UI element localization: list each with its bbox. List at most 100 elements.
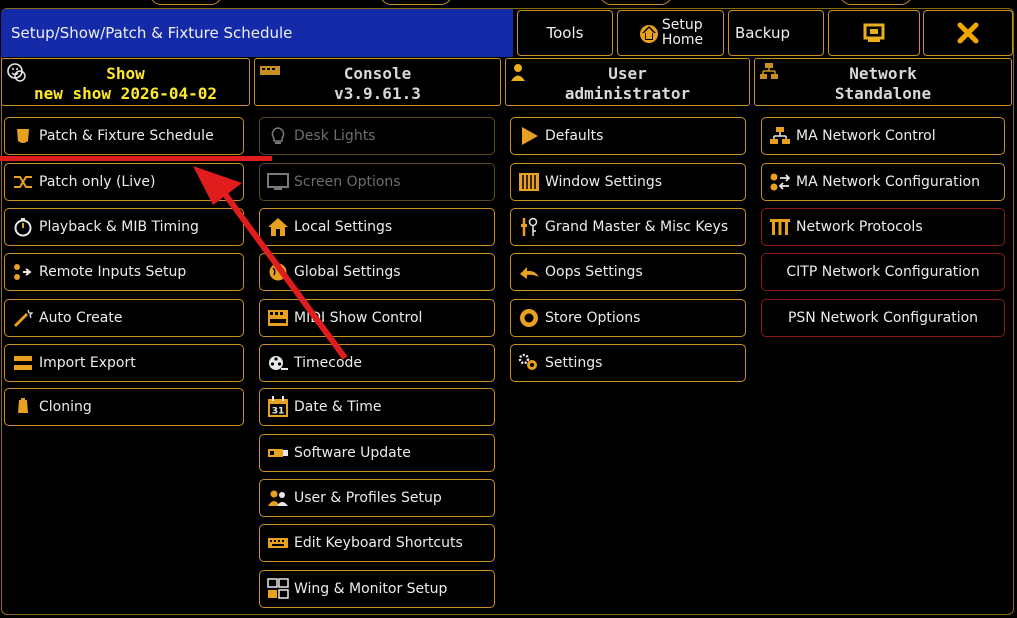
film-reel-icon <box>269 356 288 370</box>
global-settings-label: Global Settings <box>294 264 401 280</box>
ma-network-configuration-button[interactable]: MA Network Configuration <box>761 163 1005 201</box>
tools-button[interactable]: Tools <box>517 10 613 56</box>
cloning-icon <box>18 398 28 413</box>
monitor-icon <box>863 23 885 42</box>
date-time-label: Date & Time <box>294 399 382 415</box>
psn-network-configuration-button[interactable]: PSN Network Configuration <box>761 299 1005 337</box>
setup-home-line1: Setup <box>661 17 703 33</box>
import-export-button[interactable]: Import Export <box>4 344 244 382</box>
psn-network-configuration-label: PSN Network Configuration <box>787 310 979 326</box>
remote-inputs-setup-button[interactable]: Remote Inputs Setup <box>4 253 244 291</box>
record-circle-icon <box>520 309 538 327</box>
user-profiles-setup-label: User & Profiles Setup <box>294 490 442 506</box>
midi-show-control-button[interactable]: MIDI Show Control <box>259 299 495 337</box>
network-header: Network Standalone <box>754 58 1012 106</box>
title-bar: Setup/Show/Patch & Fixture Schedule <box>1 9 513 57</box>
show-header: Show new show 2026-04-02 <box>1 58 250 106</box>
patch-only-live-button[interactable]: Patch only (Live) <box>4 163 244 201</box>
setup-home-line2: Home <box>661 32 704 48</box>
grand-master-icon <box>521 217 538 236</box>
close-icon <box>957 22 979 44</box>
desk-lights-label: Desk Lights <box>294 128 376 144</box>
citp-network-configuration-label: CITP Network Configuration <box>786 264 980 280</box>
date-time-button[interactable]: 31 Date & Time <box>259 388 495 426</box>
wing-monitor-setup-label: Wing & Monitor Setup <box>294 581 448 597</box>
window-settings-button[interactable]: Window Settings <box>510 163 746 201</box>
backup-button[interactable]: Backup <box>728 10 824 56</box>
console-header-label: Console <box>343 64 412 83</box>
backup-label: Backup <box>735 24 790 42</box>
oops-settings-button[interactable]: Oops Settings <box>510 253 746 291</box>
fixture-icon <box>17 129 29 143</box>
timecode-button[interactable]: Timecode <box>259 344 495 382</box>
globe-icon <box>269 263 287 281</box>
cloning-label: Cloning <box>39 399 92 415</box>
auto-create-label: Auto Create <box>39 310 123 326</box>
gears-icon <box>518 353 537 370</box>
store-options-button[interactable]: Store Options <box>510 299 746 337</box>
timecode-label: Timecode <box>294 355 363 371</box>
import-export-label: Import Export <box>39 355 136 371</box>
screen-lock-button[interactable] <box>828 10 920 56</box>
ma-network-control-button[interactable]: MA Network Control <box>761 117 1005 155</box>
import-export-icon <box>14 356 32 370</box>
patch-only-live-label: Patch only (Live) <box>39 174 156 190</box>
console-header: Console v3.9.61.3 <box>254 58 501 106</box>
monitors-icon <box>267 578 289 599</box>
title-path: Setup/Show/Patch & Fixture Schedule <box>11 24 293 42</box>
setup-home-button[interactable]: Setup Home <box>617 10 724 56</box>
network-header-label: Network <box>849 64 917 83</box>
citp-network-configuration-button[interactable]: CITP Network Configuration <box>761 253 1005 291</box>
playback-mib-timing-label: Playback & MIB Timing <box>39 219 199 235</box>
lightbulb-icon <box>271 127 285 144</box>
software-update-button[interactable]: Software Update <box>259 434 495 472</box>
undo-arrow-icon <box>520 267 539 279</box>
cloning-button[interactable]: Cloning <box>4 388 244 426</box>
network-protocols-label: Network Protocols <box>796 219 923 235</box>
screen-options-label: Screen Options <box>294 174 401 190</box>
house-icon <box>268 218 288 236</box>
ma-network-configuration-label: MA Network Configuration <box>796 174 980 190</box>
midi-icon <box>268 310 288 326</box>
network-protocols-icon <box>770 219 790 235</box>
store-options-label: Store Options <box>545 310 641 326</box>
screen-icon <box>267 173 289 190</box>
stopwatch-icon <box>14 218 32 237</box>
network-tree-icon <box>770 127 790 144</box>
close-button[interactable] <box>923 10 1013 56</box>
wing-monitor-setup-button[interactable]: Wing & Monitor Setup <box>259 570 495 608</box>
window-settings-label: Window Settings <box>545 174 663 190</box>
patch-fixture-schedule-button[interactable]: Patch & Fixture Schedule <box>4 117 244 155</box>
magic-wand-icon <box>13 309 33 328</box>
settings-button[interactable]: Settings <box>510 344 746 382</box>
user-profiles-setup-button[interactable]: User & Profiles Setup <box>259 479 495 517</box>
defaults-label: Defaults <box>545 128 604 144</box>
defaults-button[interactable]: Defaults <box>510 117 746 155</box>
ma-network-control-label: MA Network Control <box>796 128 936 144</box>
auto-create-button[interactable]: Auto Create <box>4 299 244 337</box>
patch-fixture-schedule-label: Patch & Fixture Schedule <box>39 128 214 144</box>
grand-master-misc-keys-button[interactable]: Grand Master & Misc Keys <box>510 208 746 246</box>
network-protocols-button[interactable]: Network Protocols <box>761 208 1005 246</box>
users-icon <box>268 490 288 506</box>
calendar-icon: 31 <box>268 396 288 417</box>
midi-show-control-label: MIDI Show Control <box>294 310 423 326</box>
remote-inputs-setup-label: Remote Inputs Setup <box>39 264 187 280</box>
playback-mib-timing-button[interactable]: Playback & MIB Timing <box>4 208 244 246</box>
local-settings-button[interactable]: Local Settings <box>259 208 495 246</box>
screen-options-button[interactable]: Screen Options <box>259 163 495 201</box>
desk-lights-button[interactable]: Desk Lights <box>259 117 495 155</box>
window-columns-icon <box>519 173 539 191</box>
keyboard-icon <box>268 538 288 548</box>
patch-cables-icon <box>14 176 32 188</box>
calendar-icon-text: 31 <box>272 407 285 417</box>
software-update-label: Software Update <box>294 445 411 461</box>
usb-stick-icon <box>268 449 288 457</box>
edit-keyboard-shortcuts-button[interactable]: Edit Keyboard Shortcuts <box>259 524 495 562</box>
local-settings-label: Local Settings <box>294 219 393 235</box>
show-header-value: new show 2026-04-02 <box>33 84 218 103</box>
edit-keyboard-shortcuts-label: Edit Keyboard Shortcuts <box>294 535 463 551</box>
show-header-label: Show <box>106 64 145 83</box>
console-header-value: v3.9.61.3 <box>334 84 421 103</box>
global-settings-button[interactable]: Global Settings <box>259 253 495 291</box>
